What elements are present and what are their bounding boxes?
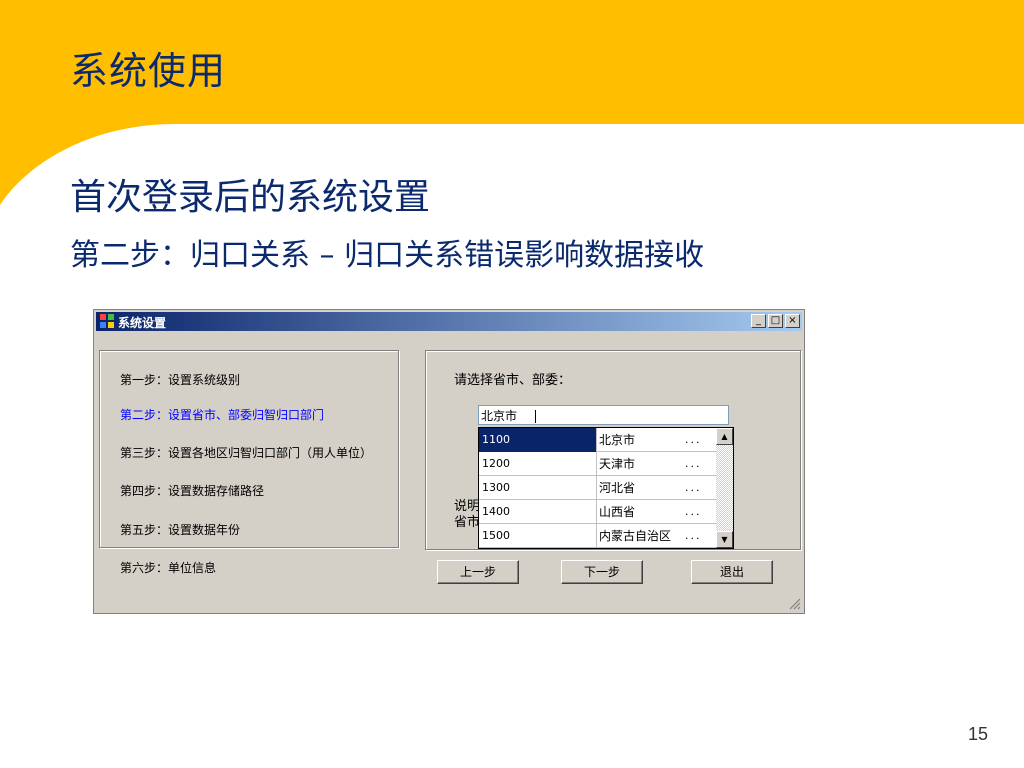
row-name: 河北省 [599,481,636,495]
step-3[interactable]: 第三步：设置各地区归智归口部门（用人单位） [120,444,372,461]
close-button[interactable]: × [785,314,800,328]
maximize-button[interactable]: □ [768,314,783,328]
row-more: ... [685,505,702,518]
list-item[interactable]: 1100 北京市 ... [479,428,717,452]
row-code: 1400 [479,500,597,524]
header-banner [0,0,1024,205]
slide-heading: 首次登录后的系统设置 [70,177,431,218]
row-code: 1200 [479,452,597,476]
app-icon [100,314,114,328]
steps-group: 第一步：设置系统级别 第二步：设置省市、部委归智归口部门 第三步：设置各地区归智… [99,350,399,548]
step-4[interactable]: 第四步：设置数据存储路径 [120,482,264,499]
combo-value: 北京市 [481,409,518,423]
row-more: ... [685,433,702,446]
row-more: ... [685,481,702,494]
system-settings-window: 系统设置 _ □ × 第一步：设置系统级别 第二步：设置省市、部委归智归口部门 … [93,309,805,614]
step-5[interactable]: 第五步：设置数据年份 [120,521,240,538]
row-code: 1500 [479,524,597,548]
prev-step-button[interactable]: 上一步 [437,560,519,584]
province-combo-input[interactable]: 北京市 [478,405,729,425]
scroll-down-icon[interactable]: ▼ [716,531,733,548]
province-label: 省市 [454,515,481,530]
list-item[interactable]: 1500 内蒙古自治区 ... [479,524,717,548]
minimize-button[interactable]: _ [751,314,766,328]
text-caret [535,410,537,423]
exit-button[interactable]: 退出 [691,560,773,584]
window-titlebar[interactable]: 系统设置 _ □ × [96,312,802,331]
list-item[interactable]: 1400 山西省 ... [479,500,717,524]
window-title: 系统设置 [118,316,167,330]
row-name: 山西省 [599,505,636,519]
scroll-up-icon[interactable]: ▲ [716,428,733,445]
row-more: ... [685,529,702,542]
step-2[interactable]: 第二步：设置省市、部委归智归口部门 [120,406,324,423]
province-prompt: 请选择省市、部委： [454,373,572,388]
row-more: ... [685,457,702,470]
list-item[interactable]: 1200 天津市 ... [479,452,717,476]
step-6[interactable]: 第六步：单位信息 [120,559,216,576]
page-number: 15 [967,724,988,744]
row-code: 1300 [479,476,597,500]
row-code: 1100 [479,428,597,452]
list-item[interactable]: 1300 河北省 ... [479,476,717,500]
slide-title: 系统使用 [70,49,227,93]
province-group: 请选择省市、部委： 说明 省市 北京市 1100 北京市 ... 1200 天津… [425,350,801,550]
province-dropdown-list[interactable]: 1100 北京市 ... 1200 天津市 ... 1300 河北省 ... 1… [478,427,734,549]
step-1[interactable]: 第一步：设置系统级别 [120,371,240,388]
resize-grip-icon[interactable] [789,598,801,610]
row-name: 内蒙古自治区 [599,529,672,543]
slide-subheading: 第二步：归口关系 – 归口关系错误影响数据接收 [70,238,705,273]
next-step-button[interactable]: 下一步 [561,560,643,584]
dropdown-scrollbar[interactable]: ▲ ▼ [716,428,733,548]
row-name: 天津市 [599,457,636,471]
row-name: 北京市 [599,433,636,447]
